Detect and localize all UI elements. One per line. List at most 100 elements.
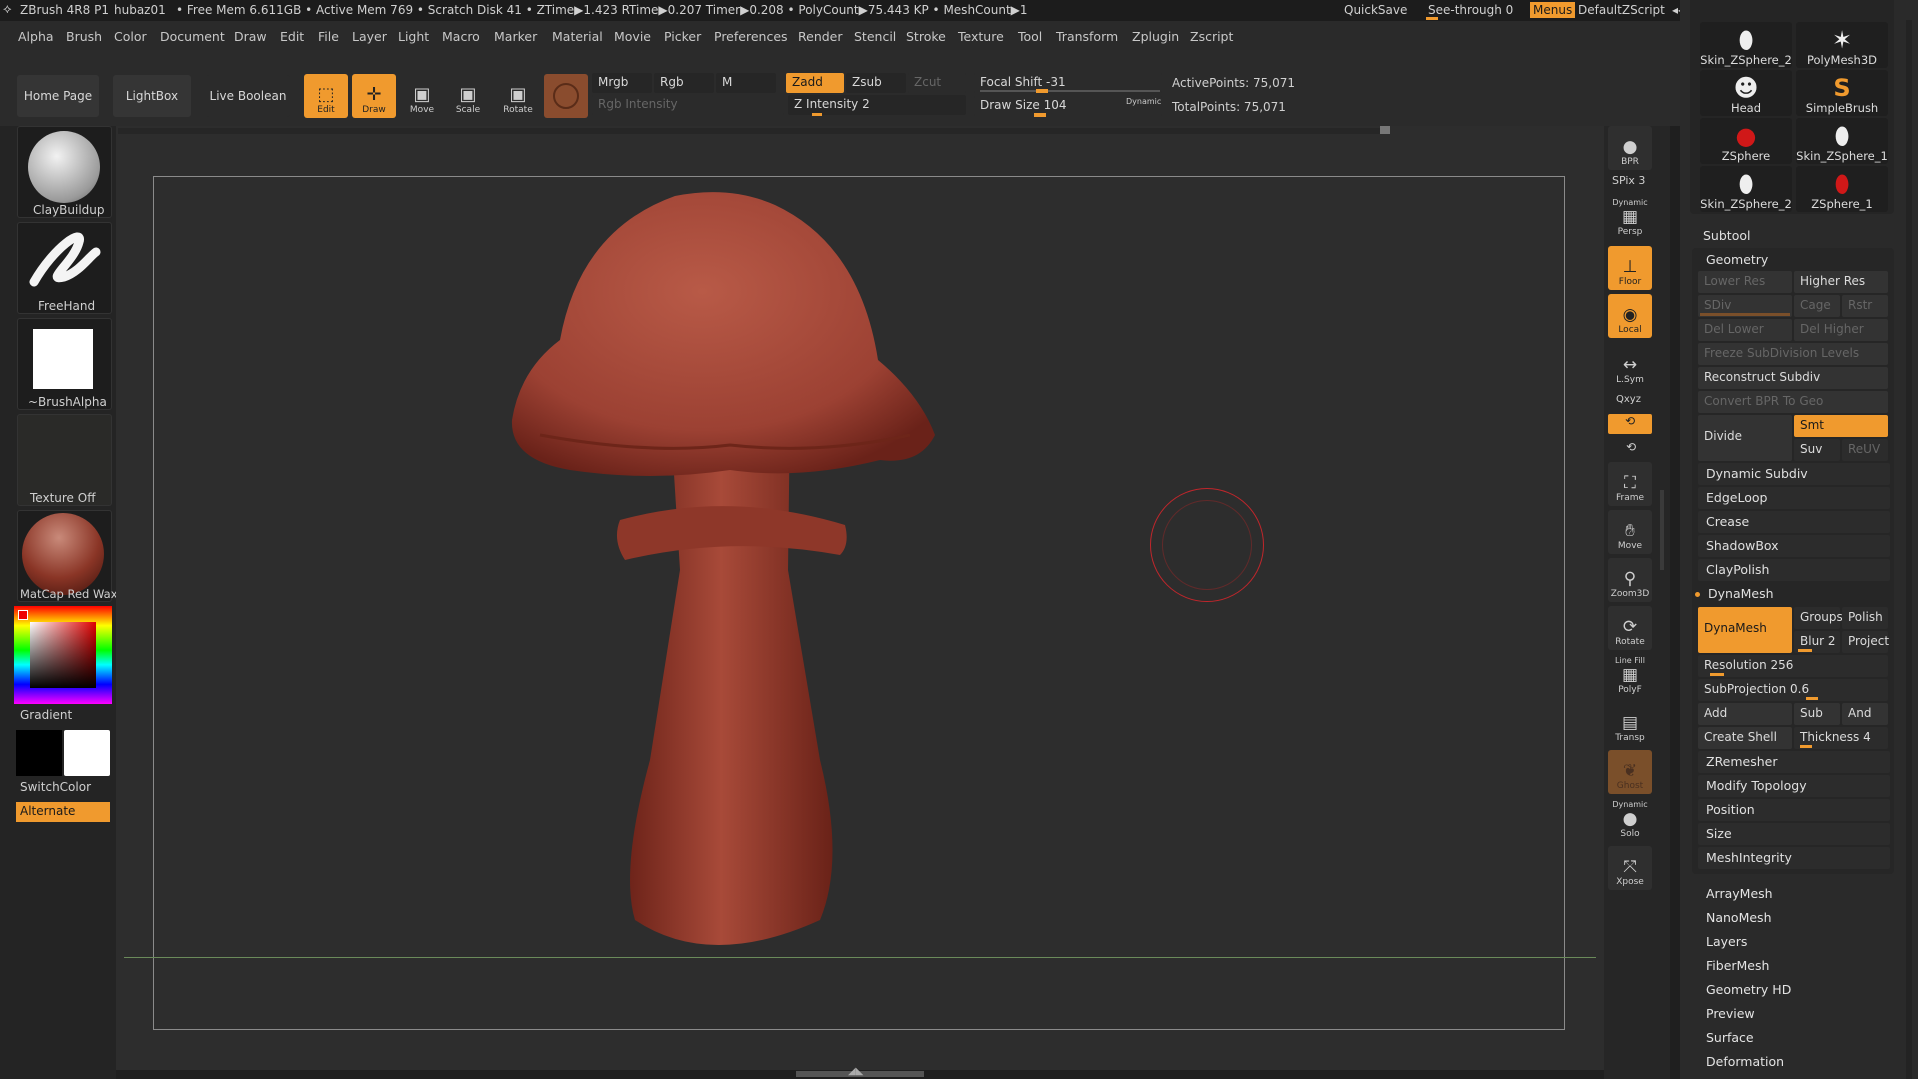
menu-color[interactable]: Color [114,29,147,44]
position-header[interactable]: Position [1698,799,1890,821]
tool-thumb-polymesh3d[interactable]: ✶ PolyMesh3D [1796,22,1888,68]
dynamic-subdiv-header[interactable]: Dynamic Subdiv [1698,463,1890,485]
higher-res-button[interactable]: Higher Res [1794,271,1888,293]
menu-brush[interactable]: Brush [66,29,102,44]
lightbox-button[interactable]: LightBox [113,75,191,117]
material-sphere-button[interactable] [544,74,588,118]
canvas-top-scrollbar[interactable] [118,128,1386,134]
canvas-scroll-thumb[interactable] [1380,126,1390,134]
home-page-button[interactable]: Home Page [17,75,99,117]
menu-zscript[interactable]: Zscript [1190,29,1233,44]
subprojection-slider[interactable]: SubProjection 0.6 [1698,679,1888,701]
menu-marker[interactable]: Marker [494,29,537,44]
smt-toggle[interactable]: Smt [1794,415,1888,437]
modify-topology-header[interactable]: Modify Topology [1698,775,1890,797]
alternate-button[interactable]: Alternate [16,802,110,822]
layers-section[interactable]: Layers [1706,934,1747,949]
project-toggle[interactable]: Project [1842,631,1889,653]
freeze-subdivision-button[interactable]: Freeze SubDivision Levels [1698,343,1888,365]
rotate-axis-button[interactable]: ⟲ [1608,414,1652,434]
menu-picker[interactable]: Picker [664,29,701,44]
menu-draw[interactable]: Draw [234,29,267,44]
dynamesh-button[interactable]: DynaMesh [1698,607,1792,653]
tool-thumb-skin-zsphere-2[interactable]: ⬮ Skin_ZSphere_2 [1700,22,1792,68]
zcut-button[interactable]: Zcut [908,73,966,93]
right-shelf-scroll[interactable] [1660,490,1664,570]
draw-mode-button[interactable]: ✛ Draw [352,74,396,118]
reconstruct-subdiv-button[interactable]: Reconstruct Subdiv [1698,367,1888,389]
menu-macro[interactable]: Macro [442,29,480,44]
geometry-header[interactable]: Geometry [1698,249,1890,271]
zadd-button[interactable]: Zadd [786,73,844,93]
edit-mode-button[interactable]: ⬚ Edit [304,74,348,118]
menu-tool[interactable]: Tool [1018,29,1042,44]
solo-button[interactable]: Dynamic ● Solo [1608,798,1652,842]
zoom3d-button[interactable]: ⚲ Zoom3D [1608,558,1652,602]
local-button[interactable]: ◉ Local [1608,294,1652,338]
subtool-header[interactable]: Subtool [1695,225,1918,247]
polish-toggle[interactable]: Polish [1842,607,1888,629]
mushroom-model[interactable] [500,190,950,960]
m-button[interactable]: M [716,73,776,93]
menu-edit[interactable]: Edit [280,29,304,44]
menu-material[interactable]: Material [552,29,603,44]
menu-transform[interactable]: Transform [1056,29,1118,44]
see-through-slider[interactable]: See-through 0 [1428,3,1513,17]
z-intensity-slider[interactable]: Z Intensity 2 [788,95,966,115]
rotate-y-icon[interactable]: ⟲ [1626,440,1636,454]
fibermesh-section[interactable]: FiberMesh [1706,958,1769,973]
crease-header[interactable]: Crease [1698,511,1890,533]
gradient-label[interactable]: Gradient [20,708,72,722]
persp-button[interactable]: Dynamic ▦ Persp [1608,196,1652,240]
surface-section[interactable]: Surface [1706,1030,1754,1045]
tool-thumb-skin-zsphere-1[interactable]: ⬮ Skin_ZSphere_1 [1796,118,1888,164]
menu-light[interactable]: Light [398,29,429,44]
groups-toggle[interactable]: Groups [1794,607,1843,629]
tool-thumb-skin-zsphere-2b[interactable]: ⬮ Skin_ZSphere_2 [1700,166,1792,212]
default-zscript-button[interactable]: DefaultZScript [1578,3,1665,17]
zremesher-header[interactable]: ZRemesher [1698,751,1890,773]
add-button[interactable]: Add [1698,703,1792,725]
zsub-button[interactable]: Zsub [846,73,906,93]
xyz-button[interactable]: Qxyz [1616,394,1641,405]
color-picker-square[interactable] [30,622,96,688]
palette-scrollbar[interactable] [1906,20,1912,1079]
menu-zplugin[interactable]: Zplugin [1132,29,1179,44]
divide-button[interactable]: Divide [1698,415,1792,461]
tool-thumb-zsphere[interactable]: ● ZSphere [1700,118,1792,164]
live-boolean-button[interactable]: Live Boolean [206,75,290,117]
size-header[interactable]: Size [1698,823,1890,845]
menu-alpha[interactable]: Alpha [18,29,54,44]
stroke-selector[interactable]: FreeHand [17,222,112,314]
dynamesh-header[interactable]: DynaMesh [1700,583,1890,605]
xpose-button[interactable]: ⤧ Xpose [1608,846,1652,890]
bpr-button[interactable]: ● BPR [1608,126,1652,170]
quicksave-button[interactable]: QuickSave [1344,3,1407,17]
and-button[interactable]: And [1842,703,1888,725]
claypolish-header[interactable]: ClayPolish [1698,559,1890,581]
geometry-hd-section[interactable]: Geometry HD [1706,982,1791,997]
dynamic-toggle[interactable]: Dynamic [1126,97,1161,106]
tool-thumb-head[interactable]: ☻ Head [1700,70,1792,116]
menu-movie[interactable]: Movie [614,29,651,44]
tool-thumb-zsphere-1[interactable]: ⬮ ZSphere_1 [1796,166,1888,212]
menu-texture[interactable]: Texture [958,29,1004,44]
transp-button[interactable]: ▤ Transp [1608,702,1652,746]
secondary-color-swatch[interactable] [64,730,110,776]
del-lower-button[interactable]: Del Lower [1698,319,1792,341]
menu-layer[interactable]: Layer [352,29,387,44]
menu-render[interactable]: Render [798,29,843,44]
menu-preferences[interactable]: Preferences [714,29,788,44]
reuv-button[interactable]: ReUV [1842,439,1888,461]
cage-button[interactable]: Cage [1794,295,1840,317]
frame-button[interactable]: ⛶ Frame [1608,462,1652,506]
polyf-button[interactable]: Line Fill ▦ PolyF [1608,654,1652,698]
deformation-section[interactable]: Deformation [1706,1054,1784,1069]
nanomesh-section[interactable]: NanoMesh [1706,910,1772,925]
resolution-slider[interactable]: Resolution 256 [1698,655,1888,677]
suv-toggle[interactable]: Suv [1794,439,1840,461]
main-color-swatch[interactable] [16,730,62,776]
mrgb-button[interactable]: Mrgb [592,73,652,93]
rotate-view-button[interactable]: ⟳ Rotate [1608,606,1652,650]
lower-res-button[interactable]: Lower Res [1698,271,1792,293]
